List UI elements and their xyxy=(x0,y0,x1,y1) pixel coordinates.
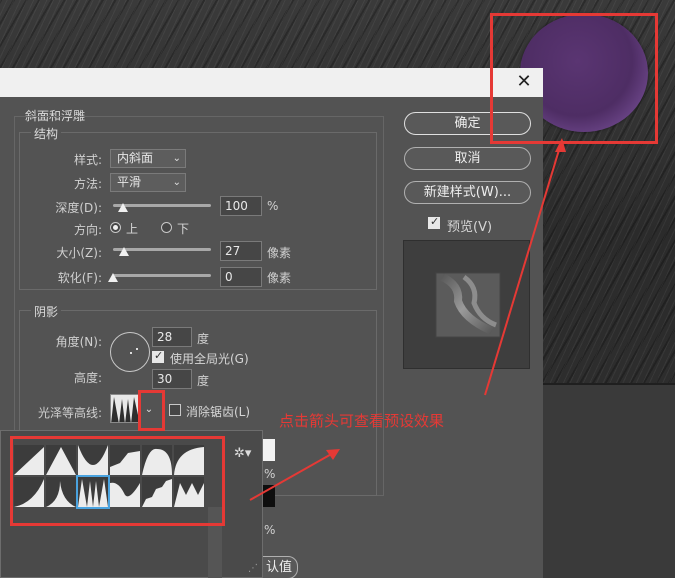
arrowhead-right-icon xyxy=(326,449,340,460)
arrowhead-up-icon xyxy=(555,138,566,152)
annotation-arrow-to-popup xyxy=(249,451,336,501)
annotation-text: 点击箭头可查看预设效果 xyxy=(279,412,445,430)
annotation-arrow-to-sphere xyxy=(484,139,563,396)
annotation-arrows xyxy=(249,138,566,501)
